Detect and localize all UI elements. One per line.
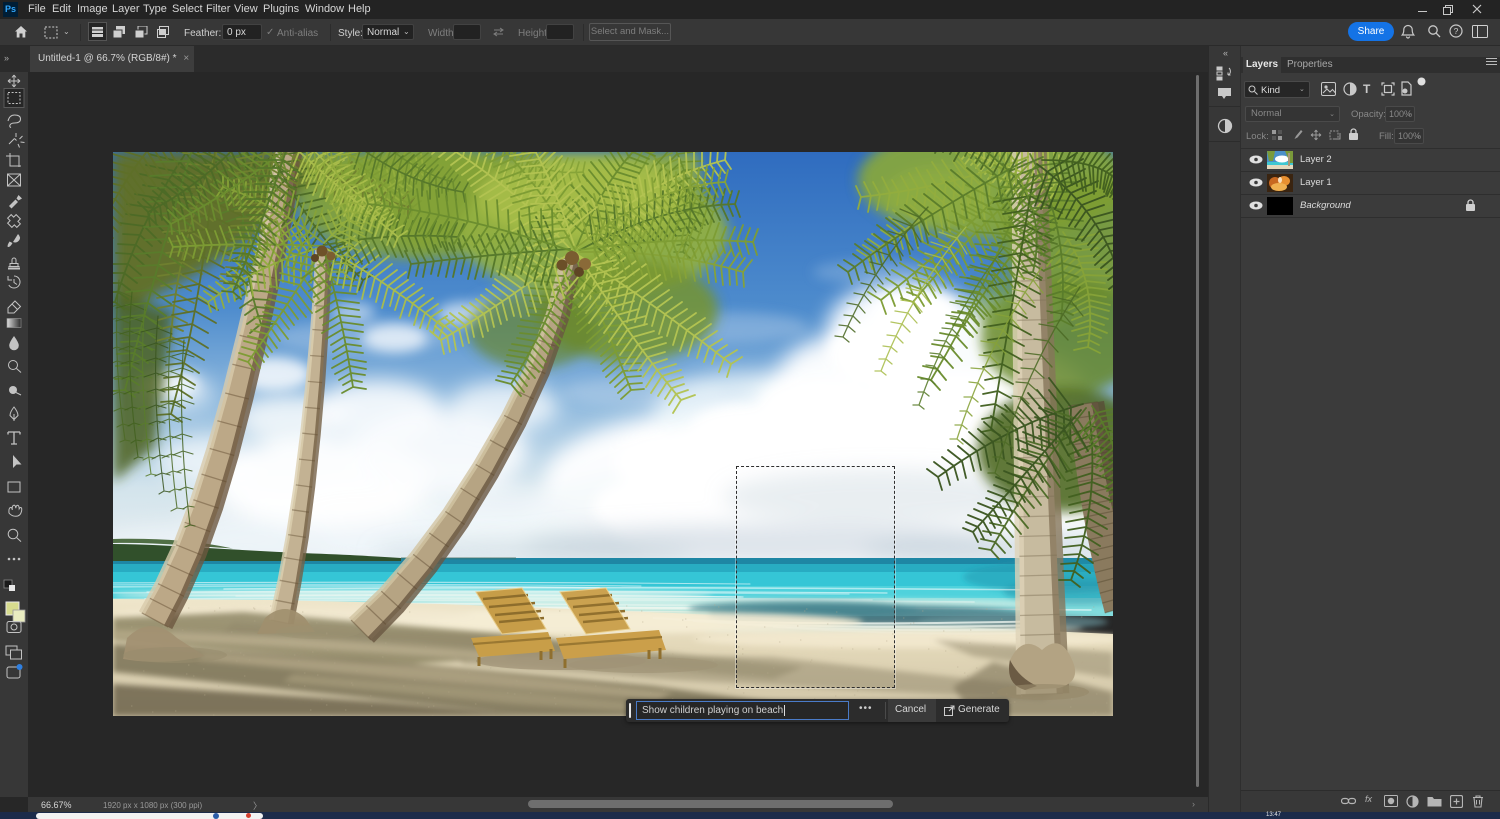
svg-text:?: ? xyxy=(1454,26,1459,36)
